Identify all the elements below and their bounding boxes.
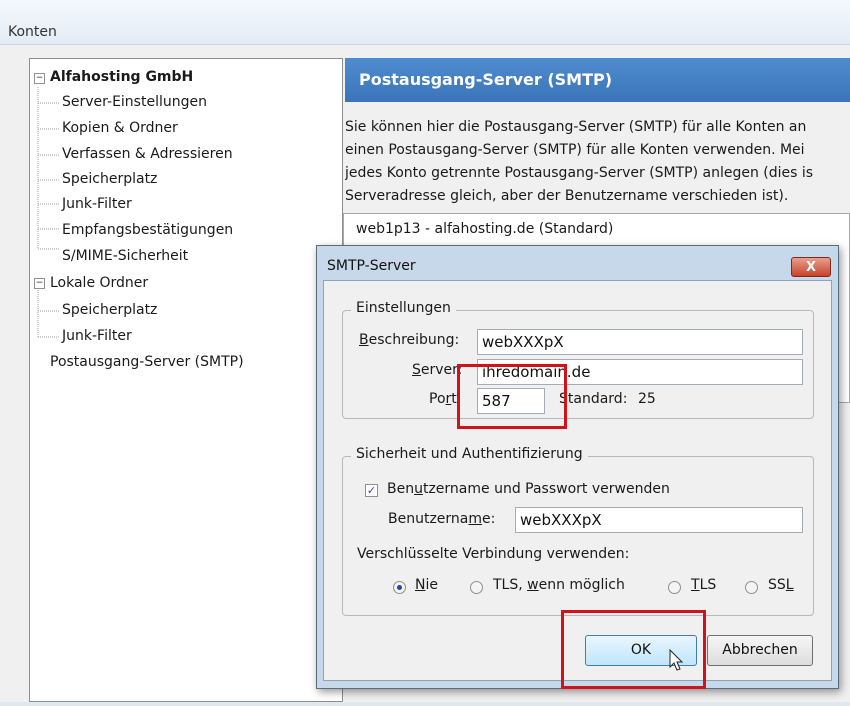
tree-item-label: Empfangsbestätigungen xyxy=(62,222,234,238)
settings-group: Einstellungen Beschreibung: webXXXpX Ser… xyxy=(342,300,814,419)
tree-item-smime[interactable]: S/MIME-Sicherheit xyxy=(62,244,188,268)
panel-header: Postausgang-Server (SMTP) xyxy=(345,58,850,102)
tree-item-label: Postausgang-Server (SMTP) xyxy=(50,354,244,370)
use-auth-label: Benutzername und Passwort verwenden xyxy=(387,481,670,497)
cancel-button[interactable]: Abbrechen xyxy=(707,635,813,666)
radio-ssl[interactable] xyxy=(745,581,758,594)
tree-item-return-receipts[interactable]: Empfangsbestätigungen xyxy=(62,218,233,242)
collapse-icon[interactable]: − xyxy=(34,73,45,84)
description-line: Serveradresse gleich, aber der Benutzern… xyxy=(345,188,789,204)
window-titlebar: Konten xyxy=(0,0,850,45)
tree-item-label: Speicherplatz xyxy=(62,171,158,187)
dialog-title: SMTP-Server xyxy=(327,258,416,274)
security-legend: Sicherheit und Authentifizierung xyxy=(351,446,588,462)
collapse-icon[interactable]: − xyxy=(34,278,45,289)
bottom-border xyxy=(0,702,850,706)
description-line: einen Postausgang-Server (SMTP) für alle… xyxy=(345,142,805,158)
radio-none[interactable] xyxy=(393,581,406,594)
radio-tls-if-available[interactable] xyxy=(470,581,483,594)
tree-item-local-disk-space[interactable]: Speicherplatz xyxy=(62,298,157,322)
tree-item-copies-folders[interactable]: Kopien & Ordner xyxy=(62,116,178,140)
security-group: Sicherheit und Authentifizierung ✓ Benut… xyxy=(342,446,814,616)
tree-item-local-junk-filter[interactable]: Junk-Filter xyxy=(62,324,132,348)
window-title: Konten xyxy=(8,24,57,40)
tree-item-server-settings[interactable]: Server-Einstellungen xyxy=(62,90,207,114)
server-label: Server: xyxy=(412,362,463,378)
tree-item-label: Junk-Filter xyxy=(62,328,132,344)
tree-item-label: Server-Einstellungen xyxy=(62,94,207,110)
close-icon[interactable]: X xyxy=(791,257,831,277)
description-line: jedes Konto getrennte Postausgang-Server… xyxy=(345,165,814,181)
username-label: Benutzername: xyxy=(388,511,496,527)
tree-item-disk-space[interactable]: Speicherplatz xyxy=(62,167,157,191)
tree-item-label: Kopien & Ordner xyxy=(62,120,178,136)
tree-item-outgoing-server[interactable]: Postausgang-Server (SMTP) xyxy=(50,350,244,374)
default-port-value: 25 xyxy=(638,391,656,407)
tree-item-label: Lokale Ordner xyxy=(50,275,149,291)
smtp-server-item[interactable]: web1p13 - alfahosting.de (Standard) xyxy=(356,221,613,237)
tree-item-label: S/MIME-Sicherheit xyxy=(62,248,189,264)
radio-none-label: Nie xyxy=(415,577,438,593)
encryption-label: Verschlüsselte Verbindung verwenden: xyxy=(357,546,630,562)
description-label: Beschreibung: xyxy=(359,332,460,348)
default-port-label: Standard: xyxy=(559,391,628,407)
radio-tls-if-available-label: TLS, wenn möglich xyxy=(493,577,625,593)
ok-highlight xyxy=(561,610,706,689)
tree-item-label: Alfahosting GmbH xyxy=(50,69,194,85)
tree-item-label: Verfassen & Adressieren xyxy=(62,146,233,162)
radio-ssl-label: SSL xyxy=(768,577,794,593)
use-auth-checkbox[interactable]: ✓ xyxy=(365,484,378,497)
account-tree[interactable]: − Alfahosting GmbH Server-Einstellungen … xyxy=(29,58,343,702)
panel-description: Sie können hier die Postausgang-Server (… xyxy=(345,116,850,208)
radio-tls[interactable] xyxy=(668,581,681,594)
port-highlight xyxy=(457,364,567,429)
tree-item-label: Junk-Filter xyxy=(62,196,132,212)
description-line: Sie können hier die Postausgang-Server (… xyxy=(345,119,807,135)
radio-tls-label: TLS xyxy=(691,577,717,593)
panel-title: Postausgang-Server (SMTP) xyxy=(359,70,613,89)
settings-legend: Einstellungen xyxy=(351,300,456,316)
tree-item-composition[interactable]: Verfassen & Adressieren xyxy=(62,142,233,166)
username-input[interactable]: webXXXpX xyxy=(515,507,803,533)
tree-item-label: Speicherplatz xyxy=(62,302,158,318)
tree-item-junk-filter[interactable]: Junk-Filter xyxy=(62,192,132,216)
description-input[interactable]: webXXXpX xyxy=(477,329,803,355)
